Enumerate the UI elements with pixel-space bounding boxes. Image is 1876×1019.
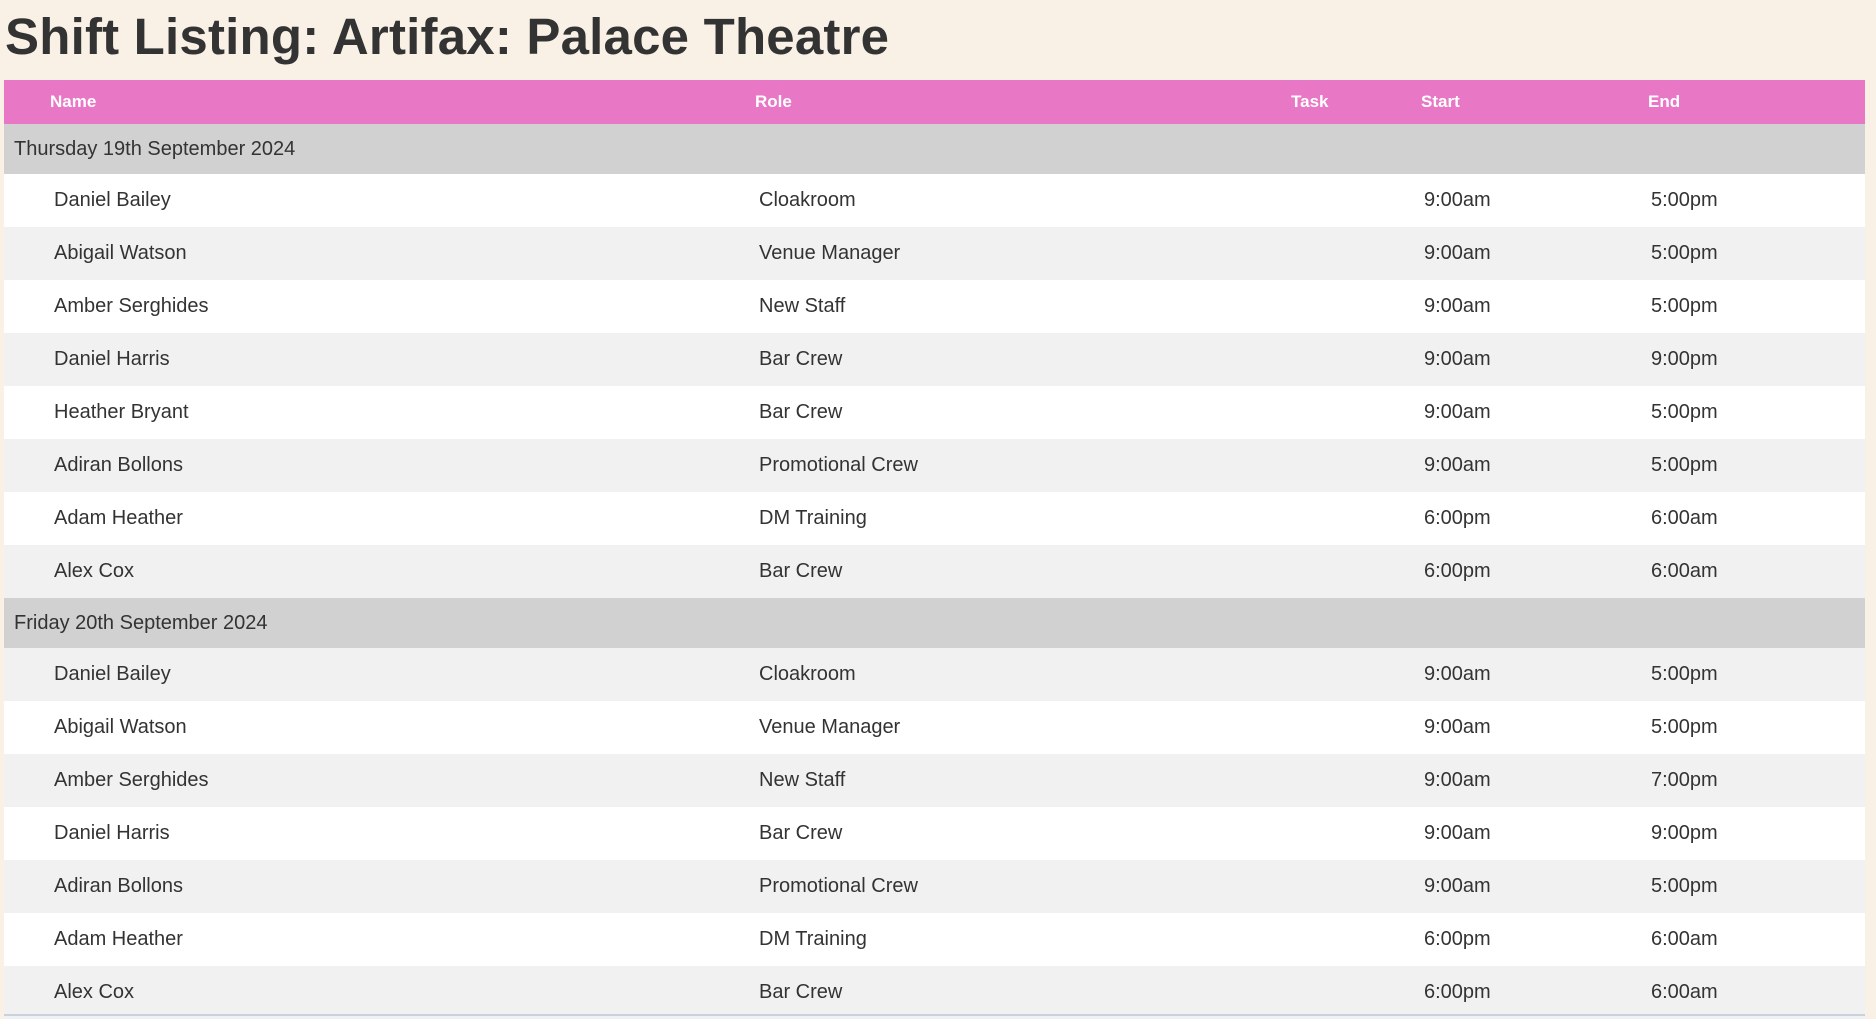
cell-end: 5:00pm: [1651, 242, 1718, 264]
table-row[interactable]: Adam Heather DM Training 6:00pm 6:00am: [4, 492, 1865, 545]
cell-name: Heather Bryant: [54, 401, 189, 423]
cell-role: Bar Crew: [759, 401, 843, 423]
cell-start: 9:00am: [1424, 663, 1491, 685]
cell-name: Abigail Watson: [54, 242, 187, 264]
cell-end: 7:00pm: [1651, 769, 1718, 791]
cell-end: 5:00pm: [1651, 401, 1718, 423]
cell-role: New Staff: [759, 295, 846, 317]
table-row[interactable]: Amber Serghides New Staff 9:00am 5:00pm: [4, 280, 1865, 333]
cell-name: Daniel Harris: [54, 822, 170, 844]
cell-start: 9:00am: [1424, 242, 1491, 264]
cell-role: Bar Crew: [759, 560, 843, 582]
cell-end: 5:00pm: [1651, 716, 1718, 738]
table-row[interactable]: Alex Cox Bar Crew 6:00pm 6:00am: [4, 966, 1865, 1019]
cell-role: Cloakroom: [759, 663, 856, 685]
cell-role: Venue Manager: [759, 242, 901, 264]
table-row[interactable]: Daniel Harris Bar Crew 9:00am 9:00pm: [4, 333, 1865, 386]
table-header: Name Role Task Start End: [4, 80, 1865, 124]
cell-name: Adiran Bollons: [54, 454, 183, 476]
table-row[interactable]: Adam Heather DM Training 6:00pm 6:00am: [4, 913, 1865, 966]
cell-role: Bar Crew: [759, 981, 843, 1003]
cell-end: 6:00am: [1651, 981, 1718, 1003]
cell-start: 6:00pm: [1424, 981, 1491, 1003]
table-row[interactable]: Abigail Watson Venue Manager 9:00am 5:00…: [4, 227, 1865, 280]
cell-start: 9:00am: [1424, 189, 1491, 211]
column-header-name[interactable]: Name: [50, 80, 96, 124]
cell-role: Venue Manager: [759, 716, 901, 738]
cell-name: Alex Cox: [54, 981, 135, 1003]
cell-name: Daniel Harris: [54, 348, 170, 370]
table-row[interactable]: Heather Bryant Bar Crew 9:00am 5:00pm: [4, 386, 1865, 439]
cell-end: 5:00pm: [1651, 454, 1718, 476]
shift-listing-page: Shift Listing: Artifax: Palace Theatre N…: [0, 0, 1876, 1019]
cell-end: 6:00am: [1651, 560, 1718, 582]
table-row[interactable]: Daniel Bailey Cloakroom 9:00am 5:00pm: [4, 174, 1865, 227]
cell-name: Amber Serghides: [54, 295, 209, 317]
cell-name: Amber Serghides: [54, 769, 209, 791]
cell-role: Cloakroom: [759, 189, 856, 211]
cell-role: Promotional Crew: [759, 875, 918, 897]
cell-end: 5:00pm: [1651, 663, 1718, 685]
shift-table: Name Role Task Start End Thursday 19th S…: [4, 80, 1865, 1019]
cell-role: Promotional Crew: [759, 454, 918, 476]
date-group-header: Thursday 19th September 2024: [4, 124, 1865, 174]
cell-start: 9:00am: [1424, 401, 1491, 423]
group-date: Thursday 19th September 2024: [14, 138, 296, 160]
cell-end: 6:00am: [1651, 507, 1718, 529]
cell-start: 6:00pm: [1424, 560, 1491, 582]
cell-start: 6:00pm: [1424, 928, 1491, 950]
cell-end: 5:00pm: [1651, 875, 1718, 897]
cell-name: Alex Cox: [54, 560, 135, 582]
table-row[interactable]: Alex Cox Bar Crew 6:00pm 6:00am: [4, 545, 1865, 598]
cell-role: DM Training: [759, 928, 867, 950]
cell-start: 9:00am: [1424, 875, 1491, 897]
cell-end: 5:00pm: [1651, 295, 1718, 317]
cell-role: New Staff: [759, 769, 846, 791]
cell-role: Bar Crew: [759, 822, 843, 844]
cell-start: 9:00am: [1424, 769, 1491, 791]
table-row[interactable]: Daniel Bailey Cloakroom 9:00am 5:00pm: [4, 648, 1865, 701]
cell-start: 6:00pm: [1424, 507, 1491, 529]
table-row[interactable]: Amber Serghides New Staff 9:00am 7:00pm: [4, 754, 1865, 807]
table-row[interactable]: Adiran Bollons Promotional Crew 9:00am 5…: [4, 860, 1865, 913]
page-title: Shift Listing: Artifax: Palace Theatre: [5, 8, 890, 65]
cell-end: 9:00pm: [1651, 822, 1718, 844]
cell-start: 9:00am: [1424, 454, 1491, 476]
date-group-header: Friday 20th September 2024: [4, 598, 1865, 648]
table-row[interactable]: Daniel Harris Bar Crew 9:00am 9:00pm: [4, 807, 1865, 860]
cell-role: Bar Crew: [759, 348, 843, 370]
column-header-end[interactable]: End: [1648, 80, 1680, 124]
column-header-role[interactable]: Role: [755, 80, 792, 124]
cell-role: DM Training: [759, 507, 867, 529]
cell-start: 9:00am: [1424, 295, 1491, 317]
table-row[interactable]: Adiran Bollons Promotional Crew 9:00am 5…: [4, 439, 1865, 492]
cell-end: 9:00pm: [1651, 348, 1718, 370]
cell-end: 5:00pm: [1651, 189, 1718, 211]
cell-name: Adam Heather: [54, 928, 183, 950]
table-bottom-divider: [4, 1014, 1865, 1016]
column-header-task[interactable]: Task: [1291, 80, 1329, 124]
column-header-start[interactable]: Start: [1421, 80, 1460, 124]
cell-name: Daniel Bailey: [54, 189, 171, 211]
cell-end: 6:00am: [1651, 928, 1718, 950]
cell-name: Adiran Bollons: [54, 875, 183, 897]
cell-name: Abigail Watson: [54, 716, 187, 738]
cell-start: 9:00am: [1424, 348, 1491, 370]
cell-name: Daniel Bailey: [54, 663, 171, 685]
cell-start: 9:00am: [1424, 822, 1491, 844]
table-row[interactable]: Abigail Watson Venue Manager 9:00am 5:00…: [4, 701, 1865, 754]
group-date: Friday 20th September 2024: [14, 612, 268, 634]
cell-name: Adam Heather: [54, 507, 183, 529]
cell-start: 9:00am: [1424, 716, 1491, 738]
